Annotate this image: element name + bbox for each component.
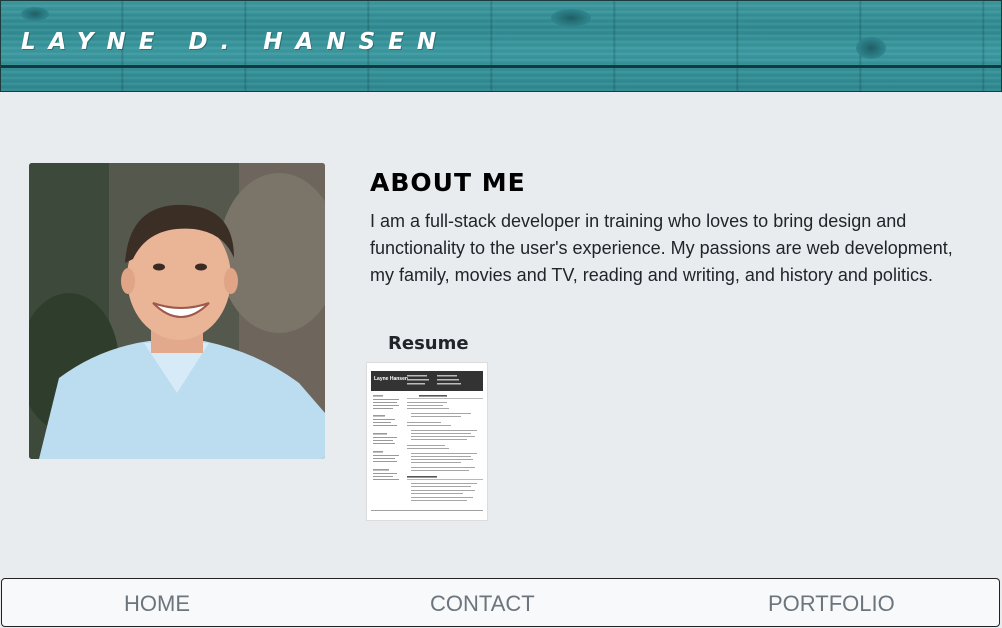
- resume-label: Resume: [388, 333, 469, 354]
- site-header: LAYNE D. HANSEN: [0, 0, 1002, 92]
- nav-link-portfolio[interactable]: PORTFOLIO: [768, 591, 895, 617]
- nav-link-contact[interactable]: CONTACT: [430, 591, 535, 617]
- resume-document-icon: Layne Hansen: [367, 363, 487, 520]
- profile-photo-illustration: [29, 163, 325, 459]
- bottom-navbar: HOME CONTACT PORTFOLIO: [1, 578, 1000, 627]
- wood-knot: [856, 37, 886, 59]
- wood-knot: [551, 9, 591, 27]
- plank-seam: [1, 65, 1001, 68]
- wood-knot: [21, 7, 49, 21]
- nav-link-home[interactable]: HOME: [124, 591, 190, 617]
- profile-photo: [29, 163, 325, 459]
- site-title: LAYNE D. HANSEN: [21, 29, 450, 55]
- resume-thumb-name: Layne Hansen: [374, 376, 408, 382]
- resume-thumbnail[interactable]: Layne Hansen: [366, 362, 488, 521]
- about-paragraph: I am a full-stack developer in training …: [370, 211, 953, 285]
- about-heading: ABOUT ME: [370, 168, 526, 197]
